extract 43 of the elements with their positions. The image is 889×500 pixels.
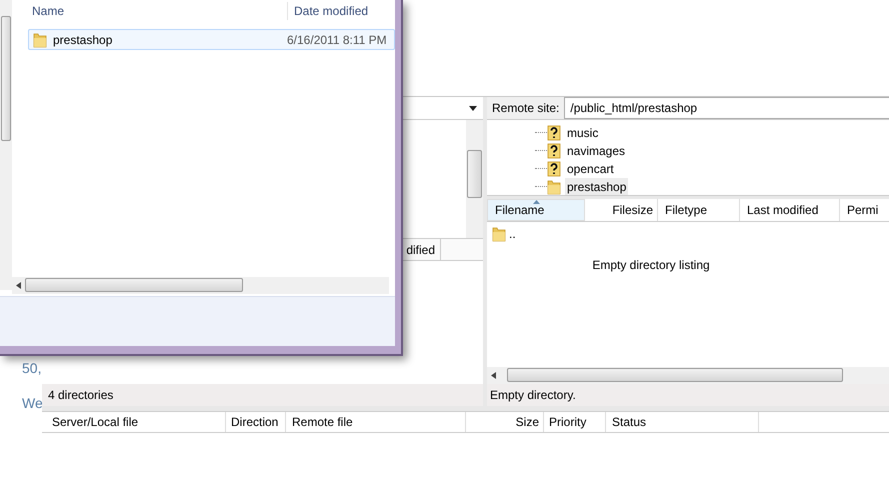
column-header[interactable]: Size bbox=[466, 412, 544, 432]
tree-item[interactable]: prestashop bbox=[565, 178, 628, 195]
dropdown-caret-icon[interactable] bbox=[469, 106, 477, 110]
status-text: Empty directory. bbox=[490, 387, 576, 404]
horizontal-scrollbar[interactable] bbox=[487, 367, 889, 384]
scroll-left-icon bbox=[16, 282, 21, 289]
column-header[interactable]: dified bbox=[406, 240, 435, 258]
question-folder-icon bbox=[547, 160, 561, 176]
column-header[interactable]: Date modified bbox=[287, 2, 368, 20]
column-header[interactable]: Name bbox=[12, 2, 287, 20]
column-header[interactable]: Filename bbox=[487, 199, 585, 221]
column-header[interactable]: Permi bbox=[840, 199, 889, 221]
tree-item[interactable]: music bbox=[565, 124, 600, 142]
file-row[interactable]: prestashop 6/16/2011 8:11 PM bbox=[28, 29, 395, 50]
folder-icon bbox=[547, 178, 561, 194]
vertical-scrollbar[interactable] bbox=[466, 120, 483, 238]
empty-listing-message: Empty directory listing bbox=[592, 257, 710, 274]
column-header[interactable]: Server/Local file bbox=[42, 412, 226, 432]
date-modified: 6/16/2011 8:11 PM bbox=[287, 32, 387, 48]
desktop-text: We bbox=[22, 394, 42, 413]
folder-icon bbox=[492, 226, 506, 242]
field-label: Remote site: bbox=[487, 97, 564, 119]
column-header[interactable]: Direction bbox=[226, 412, 286, 432]
scroll-left-icon bbox=[491, 372, 496, 379]
file-name: prestashop bbox=[53, 32, 112, 48]
status-text: 4 directories bbox=[48, 387, 114, 404]
column-header[interactable]: Filesize bbox=[585, 199, 658, 221]
column-header[interactable]: Last modified bbox=[740, 199, 840, 221]
sort-arrow-icon bbox=[533, 200, 540, 204]
column-header[interactable]: Filetype bbox=[658, 199, 740, 221]
column-header[interactable]: Remote file bbox=[286, 412, 466, 432]
vertical-scrollbar[interactable] bbox=[0, 0, 12, 290]
question-folder-icon bbox=[547, 124, 561, 140]
desktop-text: 50, bbox=[22, 359, 42, 378]
file-name[interactable]: .. bbox=[509, 225, 516, 243]
question-folder-icon bbox=[547, 142, 561, 158]
tree-item[interactable]: opencart bbox=[565, 160, 616, 178]
column-header[interactable]: Priority bbox=[544, 412, 606, 432]
tree-item[interactable]: navimages bbox=[565, 142, 628, 160]
horizontal-scrollbar[interactable] bbox=[12, 277, 389, 294]
column-header[interactable]: Status bbox=[606, 412, 759, 432]
folder-icon bbox=[33, 32, 47, 48]
remote-path-field[interactable]: /public_html/prestashop bbox=[564, 97, 889, 119]
